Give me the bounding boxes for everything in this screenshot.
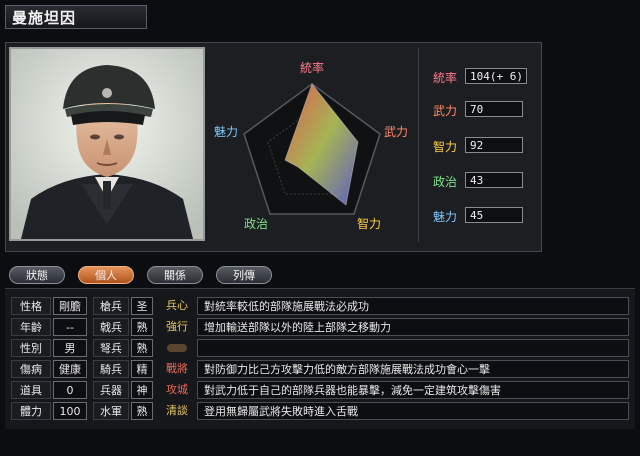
attr-value: 健康 — [53, 360, 87, 378]
character-name: 曼施坦因 — [12, 8, 77, 27]
stat-label: 統率 — [433, 71, 458, 85]
stat-value: 70 — [465, 101, 523, 117]
troop-rank: 熟 — [131, 402, 153, 420]
stat-row-war: 武力 70 — [419, 101, 539, 119]
skill-name[interactable]: 兵心 — [159, 297, 195, 315]
stat-value: 92 — [465, 137, 523, 153]
stat-row-politics: 政治 43 — [419, 172, 539, 190]
troop-label: 水軍 — [93, 402, 129, 420]
attr-value: 100 — [53, 402, 87, 420]
troop-label: 弩兵 — [93, 339, 129, 357]
radar-label-left: 魅力 — [214, 124, 238, 139]
attr-value: 剛膽 — [53, 297, 87, 315]
tab-personal[interactable]: 個人 — [78, 266, 134, 284]
attr-label: 道具 — [11, 381, 51, 399]
radar-label-right: 武力 — [384, 125, 408, 139]
empty-skill-icon — [167, 344, 187, 352]
portrait-image — [11, 49, 203, 239]
troop-rank: 熟 — [131, 318, 153, 336]
stat-label: 政治 — [433, 175, 458, 189]
skill-description: 增加輸送部隊以外的陸上部隊之移動力 — [197, 318, 629, 336]
character-portrait — [9, 47, 205, 241]
tab-biography[interactable]: 列傳 — [216, 266, 272, 284]
skill-name[interactable]: 戰將 — [159, 360, 195, 378]
stats-list: 統率 104(+ 6) 武力 70 智力 92 政治 43 魅力 45 — [418, 48, 539, 242]
attr-value: -- — [53, 318, 87, 336]
troop-rank: 神 — [131, 381, 153, 399]
skill-description: 對統率較低的部隊施展戰法必成功 — [197, 297, 629, 315]
character-name-bar: 曼施坦因 — [5, 5, 147, 29]
stat-value: 43 — [465, 172, 523, 188]
personal-details-panel: 性格 剛膽 槍兵 圣 兵心 對統率較低的部隊施展戰法必成功 年齡 -- 戟兵 熟… — [5, 288, 635, 429]
skill-name[interactable]: 強行 — [159, 318, 195, 336]
attr-label: 年齡 — [11, 318, 51, 336]
stat-label: 武力 — [433, 104, 458, 118]
skill-description: 對武力低于自己的部隊兵器也能暴擊，減免一定建筑攻擊傷害 — [197, 381, 629, 399]
stat-row-charisma: 魅力 45 — [419, 207, 539, 225]
troop-label: 兵器 — [93, 381, 129, 399]
troop-rank: 熟 — [131, 339, 153, 357]
stat-value: 45 — [465, 207, 523, 223]
skill-description: 登用無歸屬武將失敗時進入舌戰 — [197, 402, 629, 420]
tab-relations[interactable]: 關係 — [147, 266, 203, 284]
skill-description: 對防御力比己方攻擊力低的敵方部隊施展戰法成功會心一擊 — [197, 360, 629, 378]
skill-name[interactable]: 攻城 — [159, 381, 195, 399]
attr-label: 體力 — [11, 402, 51, 420]
radar-label-bottom-left: 政治 — [244, 217, 268, 231]
skill-description — [197, 339, 629, 357]
troop-rank: 圣 — [131, 297, 153, 315]
skill-name[interactable]: 清談 — [159, 402, 195, 420]
stats-radar-chart: 統率 武力 智力 政治 魅力 — [206, 48, 418, 242]
stat-row-intelligence: 智力 92 — [419, 137, 539, 155]
troop-label: 騎兵 — [93, 360, 129, 378]
attr-value: 男 — [53, 339, 87, 357]
troop-label: 槍兵 — [93, 297, 129, 315]
attr-label: 性格 — [11, 297, 51, 315]
stat-value: 104(+ 6) — [465, 68, 527, 84]
troop-label: 戟兵 — [93, 318, 129, 336]
tab-status[interactable]: 狀態 — [9, 266, 65, 284]
stat-label: 智力 — [433, 140, 458, 154]
radar-label-top: 統率 — [300, 60, 324, 75]
stat-label: 魅力 — [433, 210, 458, 224]
attr-value: 0 — [53, 381, 87, 399]
attr-label: 性別 — [11, 339, 51, 357]
attr-label: 傷病 — [11, 360, 51, 378]
stat-row-leadership: 統率 104(+ 6) — [419, 68, 539, 86]
troop-rank: 精 — [131, 360, 153, 378]
radar-label-bottom-right: 智力 — [357, 216, 381, 231]
skill-name-empty — [159, 339, 195, 357]
